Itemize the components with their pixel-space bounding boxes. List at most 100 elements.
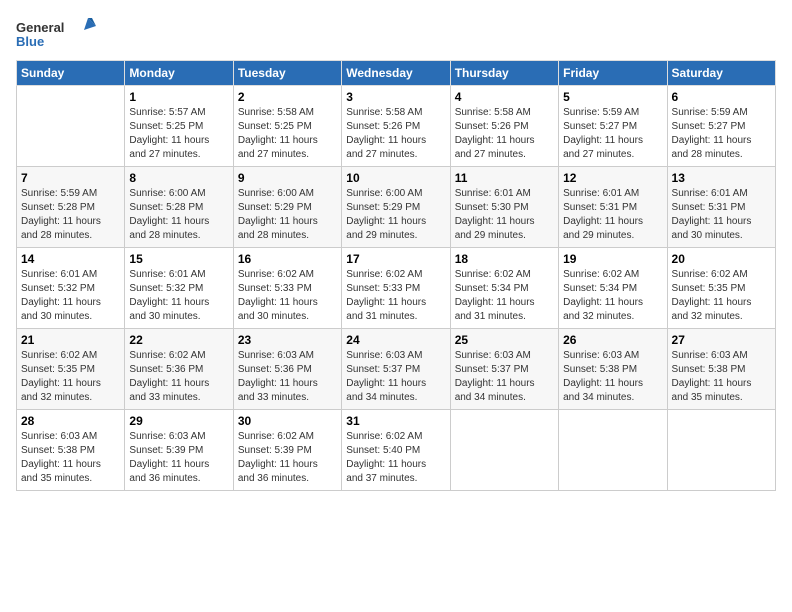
svg-text:Blue: Blue [16,34,44,49]
calendar-cell: 16 Sunrise: 6:02 AM Sunset: 5:33 PM Dayli… [233,248,341,329]
day-info: Sunrise: 6:01 AM Sunset: 5:31 PM Dayligh… [563,187,662,243]
day-info: Sunrise: 6:02 AM Sunset: 5:33 PM Dayligh… [346,268,445,324]
day-number: 9 [238,171,337,185]
day-info: Sunrise: 5:59 AM Sunset: 5:27 PM Dayligh… [563,106,662,162]
calendar-cell: 6 Sunrise: 5:59 AM Sunset: 5:27 PM Daylig… [667,86,775,167]
day-number: 23 [238,333,337,347]
day-info: Sunrise: 6:01 AM Sunset: 5:30 PM Dayligh… [455,187,554,243]
day-info: Sunrise: 6:01 AM Sunset: 5:32 PM Dayligh… [129,268,228,324]
calendar-cell: 28Sunrise: 6:03 AM Sunset: 5:38 PM Dayli… [17,410,125,491]
day-info: Sunrise: 6:03 AM Sunset: 5:36 PM Dayligh… [238,349,337,405]
day-info: Sunrise: 6:02 AM Sunset: 5:33 PM Dayligh… [238,268,337,324]
day-info: Sunrise: 6:03 AM Sunset: 5:38 PM Dayligh… [21,430,120,486]
calendar-cell: 19 Sunrise: 6:02 AM Sunset: 5:34 PM Dayli… [559,248,667,329]
calendar-cell: 21 Sunrise: 6:02 AM Sunset: 5:35 PM Dayli… [17,329,125,410]
calendar-cell: 20 Sunrise: 6:02 AM Sunset: 5:35 PM Dayli… [667,248,775,329]
calendar-cell: 23 Sunrise: 6:03 AM Sunset: 5:36 PM Dayli… [233,329,341,410]
col-header-sunday: Sunday [17,61,125,86]
day-number: 21 [21,333,120,347]
calendar-cell: 30 Sunrise: 6:02 AM Sunset: 5:39 PM Dayli… [233,410,341,491]
day-number: 17 [346,252,445,266]
day-number: 29 [129,414,228,428]
day-info: Sunrise: 6:02 AM Sunset: 5:40 PM Dayligh… [346,430,445,486]
calendar-cell: 13 Sunrise: 6:01 AM Sunset: 5:31 PM Dayli… [667,167,775,248]
calendar-cell [450,410,558,491]
day-number: 10 [346,171,445,185]
day-info: Sunrise: 6:03 AM Sunset: 5:37 PM Dayligh… [346,349,445,405]
day-number: 6 [672,90,771,104]
calendar-cell: 10 Sunrise: 6:00 AM Sunset: 5:29 PM Dayli… [342,167,450,248]
day-info: Sunrise: 6:02 AM Sunset: 5:35 PM Dayligh… [21,349,120,405]
page-header: General Blue [16,16,776,52]
day-info: Sunrise: 6:01 AM Sunset: 5:32 PM Dayligh… [21,268,120,324]
calendar-cell: 8 Sunrise: 6:00 AM Sunset: 5:28 PM Daylig… [125,167,233,248]
calendar-cell: 5 Sunrise: 5:59 AM Sunset: 5:27 PM Daylig… [559,86,667,167]
day-number: 18 [455,252,554,266]
calendar-cell: 29 Sunrise: 6:03 AM Sunset: 5:39 PM Dayli… [125,410,233,491]
day-number: 5 [563,90,662,104]
calendar-cell: 27 Sunrise: 6:03 AM Sunset: 5:38 PM Dayli… [667,329,775,410]
day-info: Sunrise: 6:02 AM Sunset: 5:34 PM Dayligh… [563,268,662,324]
calendar-cell: 4 Sunrise: 5:58 AM Sunset: 5:26 PM Daylig… [450,86,558,167]
day-info: Sunrise: 6:02 AM Sunset: 5:36 PM Dayligh… [129,349,228,405]
calendar-cell: 22 Sunrise: 6:02 AM Sunset: 5:36 PM Dayli… [125,329,233,410]
day-info: Sunrise: 5:59 AM Sunset: 5:27 PM Dayligh… [672,106,771,162]
day-info: Sunrise: 5:59 AM Sunset: 5:28 PM Dayligh… [21,187,120,243]
day-info: Sunrise: 6:02 AM Sunset: 5:39 PM Dayligh… [238,430,337,486]
calendar-cell: 25 Sunrise: 6:03 AM Sunset: 5:37 PM Dayli… [450,329,558,410]
day-info: Sunrise: 6:01 AM Sunset: 5:31 PM Dayligh… [672,187,771,243]
day-info: Sunrise: 6:00 AM Sunset: 5:29 PM Dayligh… [238,187,337,243]
day-info: Sunrise: 6:03 AM Sunset: 5:38 PM Dayligh… [563,349,662,405]
calendar-cell [559,410,667,491]
svg-text:General: General [16,20,64,35]
calendar-cell: 17 Sunrise: 6:02 AM Sunset: 5:33 PM Dayli… [342,248,450,329]
calendar-cell: 7 Sunrise: 5:59 AM Sunset: 5:28 PM Daylig… [17,167,125,248]
day-number: 8 [129,171,228,185]
day-number: 27 [672,333,771,347]
day-number: 25 [455,333,554,347]
day-number: 14 [21,252,120,266]
calendar-cell [17,86,125,167]
col-header-monday: Monday [125,61,233,86]
calendar-cell: 31 Sunrise: 6:02 AM Sunset: 5:40 PM Dayli… [342,410,450,491]
day-number: 12 [563,171,662,185]
col-header-tuesday: Tuesday [233,61,341,86]
day-info: Sunrise: 6:00 AM Sunset: 5:28 PM Dayligh… [129,187,228,243]
day-info: Sunrise: 6:02 AM Sunset: 5:34 PM Dayligh… [455,268,554,324]
day-number: 31 [346,414,445,428]
day-number: 30 [238,414,337,428]
col-header-wednesday: Wednesday [342,61,450,86]
day-number: 13 [672,171,771,185]
day-number: 22 [129,333,228,347]
day-info: Sunrise: 5:57 AM Sunset: 5:25 PM Dayligh… [129,106,228,162]
day-info: Sunrise: 5:58 AM Sunset: 5:25 PM Dayligh… [238,106,337,162]
day-number: 7 [21,171,120,185]
day-info: Sunrise: 6:02 AM Sunset: 5:35 PM Dayligh… [672,268,771,324]
calendar-cell: 2 Sunrise: 5:58 AM Sunset: 5:25 PM Daylig… [233,86,341,167]
col-header-saturday: Saturday [667,61,775,86]
day-info: Sunrise: 6:03 AM Sunset: 5:39 PM Dayligh… [129,430,228,486]
calendar-cell: 11 Sunrise: 6:01 AM Sunset: 5:30 PM Dayli… [450,167,558,248]
calendar-cell: 9 Sunrise: 6:00 AM Sunset: 5:29 PM Daylig… [233,167,341,248]
day-number: 2 [238,90,337,104]
calendar-cell: 14 Sunrise: 6:01 AM Sunset: 5:32 PM Dayli… [17,248,125,329]
day-info: Sunrise: 6:03 AM Sunset: 5:38 PM Dayligh… [672,349,771,405]
day-number: 19 [563,252,662,266]
day-info: Sunrise: 6:00 AM Sunset: 5:29 PM Dayligh… [346,187,445,243]
calendar-cell [667,410,775,491]
day-number: 20 [672,252,771,266]
day-number: 11 [455,171,554,185]
day-number: 1 [129,90,228,104]
calendar-table: SundayMondayTuesdayWednesdayThursdayFrid… [16,60,776,491]
day-number: 16 [238,252,337,266]
calendar-cell: 18 Sunrise: 6:02 AM Sunset: 5:34 PM Dayli… [450,248,558,329]
calendar-cell: 1 Sunrise: 5:57 AM Sunset: 5:25 PM Daylig… [125,86,233,167]
day-number: 4 [455,90,554,104]
day-info: Sunrise: 5:58 AM Sunset: 5:26 PM Dayligh… [455,106,554,162]
day-number: 26 [563,333,662,347]
logo-svg: General Blue [16,16,96,52]
day-number: 24 [346,333,445,347]
day-info: Sunrise: 6:03 AM Sunset: 5:37 PM Dayligh… [455,349,554,405]
col-header-thursday: Thursday [450,61,558,86]
calendar-cell: 15Sunrise: 6:01 AM Sunset: 5:32 PM Dayli… [125,248,233,329]
